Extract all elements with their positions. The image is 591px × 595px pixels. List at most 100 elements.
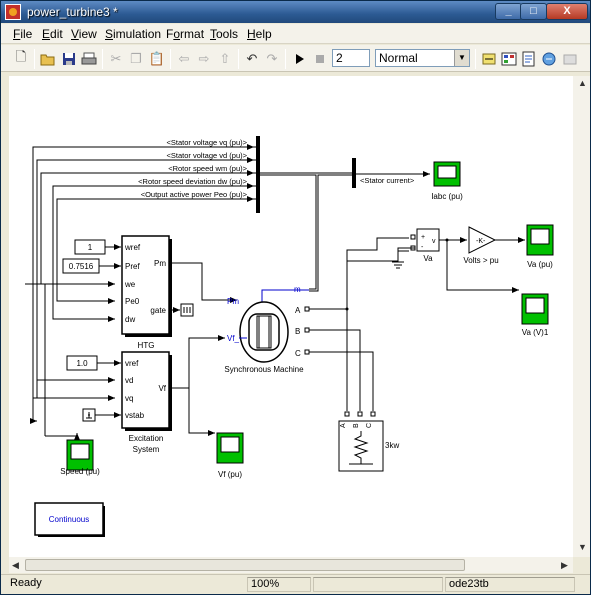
demux-block[interactable] (352, 158, 356, 188)
blocks-icon[interactable] (561, 50, 579, 68)
horizontal-scrollbar[interactable]: ◀ ▶ (9, 557, 573, 573)
bus-label-vq: <Stator voltage vq (pu)> (167, 138, 248, 147)
bus-label-vd: <Stator voltage vd (pu)> (167, 151, 248, 160)
svg-text:-K-: -K- (476, 238, 486, 245)
scroll-up-icon[interactable]: ▲ (578, 78, 587, 88)
svg-text:A: A (340, 423, 347, 428)
simulation-mode-select[interactable]: Normal ▼ (375, 49, 470, 67)
library-icon[interactable] (500, 50, 518, 68)
maximize-button[interactable]: □ (520, 3, 547, 20)
cut-icon[interactable]: ✂ (107, 50, 125, 68)
powergui-block[interactable]: Continuous (34, 502, 105, 537)
undo-icon[interactable]: ↶ (243, 50, 261, 68)
svg-text:+: + (421, 234, 425, 241)
up-icon[interactable]: ⇧ (216, 50, 234, 68)
scope-iabc-label: Iabc (pu) (431, 192, 463, 201)
scope-va-pu[interactable] (526, 224, 554, 256)
back-icon[interactable]: ⇦ (175, 50, 193, 68)
exc-in-vd: vd (125, 376, 133, 385)
machine-port-vf: Vf_ (227, 334, 240, 343)
machine-port-b: B (295, 327, 300, 336)
scope-speed[interactable] (66, 439, 94, 471)
scroll-left-icon[interactable]: ◀ (12, 560, 19, 571)
scope-va-v-label: Va (V)1 (522, 328, 549, 337)
paste-icon[interactable]: 📋 (148, 50, 166, 68)
menu-file[interactable]: File (13, 27, 32, 41)
machine-port-c: C (295, 349, 301, 358)
svg-text:Continuous: Continuous (49, 515, 89, 524)
model-canvas[interactable]: <Stator voltage vq (pu)> <Stator voltage… (9, 76, 573, 557)
htg-out-gate: gate (150, 306, 166, 315)
exc-label-2: System (133, 445, 160, 454)
constant-pref[interactable]: 0.7516 (62, 258, 100, 274)
scope-vf[interactable] (216, 432, 244, 464)
status-bar: Ready 100% ode23tb (1, 574, 590, 594)
stop-icon[interactable] (311, 50, 329, 68)
scroll-right-icon[interactable]: ▶ (561, 560, 568, 571)
save-icon[interactable] (60, 50, 78, 68)
close-button[interactable]: X (546, 3, 588, 20)
gain-block[interactable]: -K- (468, 226, 497, 254)
toolbar: 🗋 ✂ ❐ 📋 ⇦ ⇨ ⇧ ↶ ↷ Normal ▼ (1, 45, 590, 72)
exc-in-vref: vref (125, 359, 139, 368)
htg-in-pref: Pref (125, 262, 140, 271)
chevron-down-icon[interactable]: ▼ (454, 50, 469, 66)
scope-iabc[interactable] (433, 161, 461, 187)
debugger-icon[interactable] (540, 50, 558, 68)
print-icon[interactable] (80, 50, 98, 68)
constant-wref[interactable]: 1 (74, 239, 106, 255)
voltmeter-va[interactable]: + - v (416, 228, 440, 252)
svg-text:C: C (366, 423, 373, 428)
synchronous-machine[interactable] (239, 301, 289, 363)
title-bar[interactable]: power_turbine3 * _ □ X (1, 1, 590, 23)
voltmeter-label: Va (423, 254, 433, 263)
menu-view[interactable]: View (71, 27, 97, 41)
vstab-ground[interactable] (82, 408, 96, 422)
machine-port-a: A (295, 306, 301, 315)
forward-icon[interactable]: ⇨ (195, 50, 213, 68)
horizontal-scroll-thumb[interactable] (25, 559, 465, 571)
htg-in-dw: dw (125, 315, 135, 324)
exc-label-1: Excitation (129, 434, 164, 443)
menu-format[interactable]: Format (166, 27, 204, 41)
htg-in-pe0: Pe0 (125, 297, 140, 306)
svg-text:v: v (432, 238, 436, 245)
menu-help[interactable]: Help (247, 27, 272, 41)
machine-port-pm: Pm (227, 297, 239, 306)
open-icon[interactable] (39, 50, 57, 68)
menu-bar: File Edit View Simulation Format Tools H… (1, 24, 590, 44)
scroll-down-icon[interactable]: ▼ (578, 542, 587, 552)
scope-vf-label: Vf (pu) (218, 470, 242, 479)
copy-icon[interactable]: ❐ (127, 50, 145, 68)
htg-label: HTG (138, 341, 155, 350)
new-icon[interactable]: 🗋 (12, 49, 30, 68)
scope-va-v[interactable] (521, 293, 549, 325)
constant-vref[interactable]: 1.0 (66, 355, 98, 371)
exc-in-vstab: vstab (125, 411, 145, 420)
build-icon[interactable] (480, 50, 498, 68)
svg-text:1: 1 (88, 243, 93, 252)
menu-edit[interactable]: Edit (42, 27, 63, 41)
status-blank (313, 577, 443, 592)
redo-icon[interactable]: ↷ (263, 50, 281, 68)
status-state: Ready (10, 577, 42, 589)
terminator-gate[interactable] (180, 303, 194, 317)
scope-speed-label: Speed (pu) (60, 467, 100, 476)
simulation-mode-value: Normal (379, 51, 418, 65)
vertical-scrollbar[interactable]: ▲ ▼ (573, 76, 590, 557)
svg-text:1.0: 1.0 (76, 359, 88, 368)
htg-out-pm: Pm (154, 259, 166, 268)
scope-va-pu-label: Va (pu) (527, 260, 553, 269)
status-solver: ode23tb (445, 577, 575, 592)
machine-port-m: m (294, 285, 301, 294)
stop-time-field[interactable] (332, 49, 370, 67)
explorer-icon[interactable] (520, 50, 538, 68)
bus-selector[interactable] (256, 136, 260, 213)
menu-tools[interactable]: Tools (210, 27, 238, 41)
exc-out-vf: Vf (158, 384, 166, 393)
gain-label: Volts > pu (463, 256, 498, 265)
menu-simulation[interactable]: Simulation (105, 27, 161, 41)
run-icon[interactable] (291, 50, 309, 68)
htg-in-wref: wref (124, 243, 141, 252)
minimize-button[interactable]: _ (495, 3, 522, 20)
